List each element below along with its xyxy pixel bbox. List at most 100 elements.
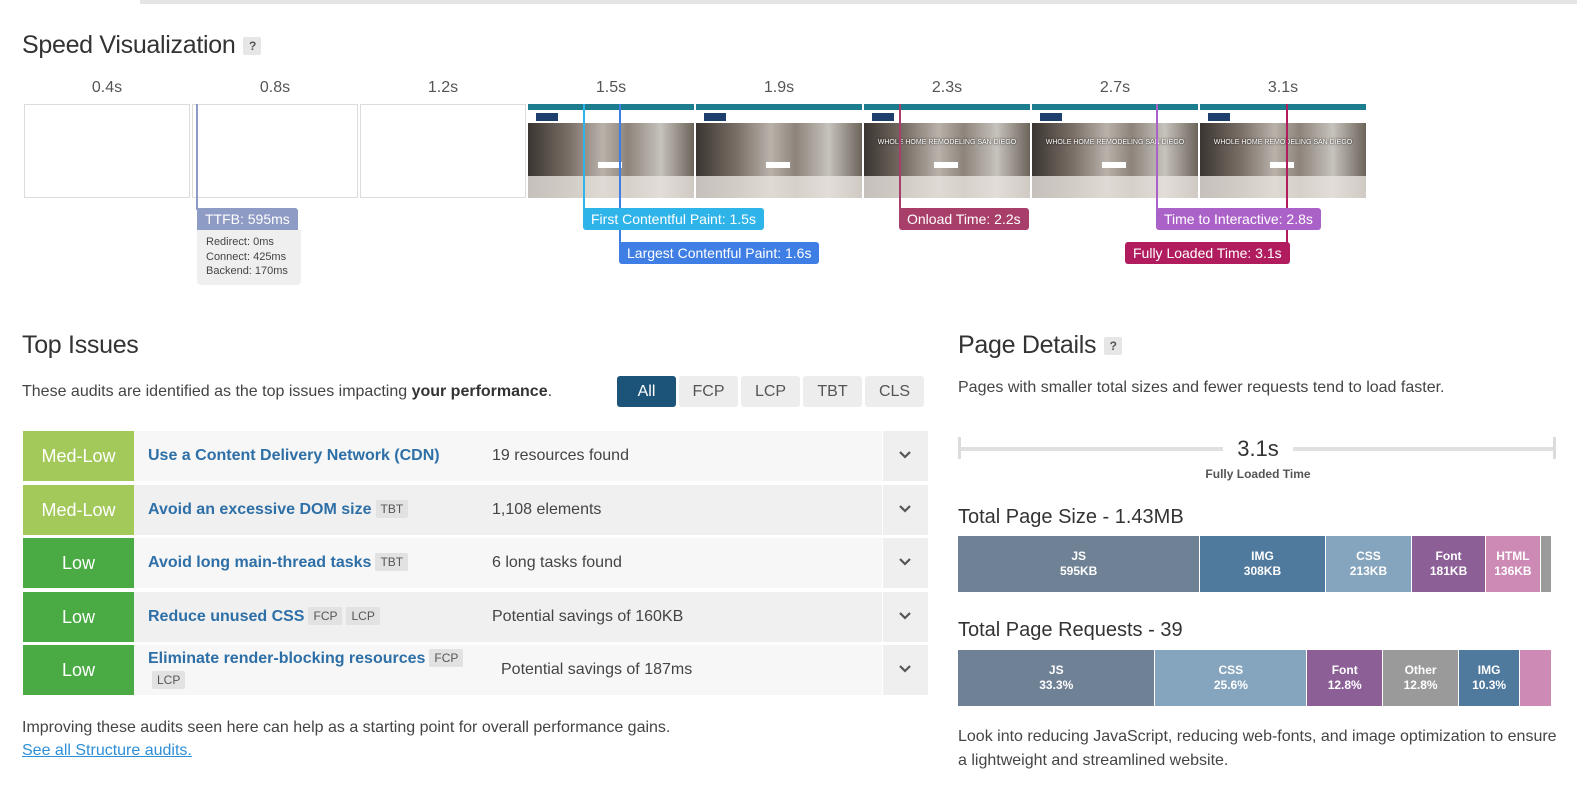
fully-loaded-label: Fully Loaded Time <box>1205 467 1311 481</box>
intro-text: These audits are identified as the top i… <box>22 383 412 400</box>
issue-name-text[interactable]: Avoid long main-thread tasks <box>148 554 371 571</box>
bar-segment[interactable]: IMG 10.3% <box>1459 650 1521 706</box>
metric-tag: TBT <box>375 499 409 518</box>
chevron-down-icon <box>899 451 911 459</box>
filmstrip-blank-frame[interactable] <box>24 104 190 198</box>
bar-segment[interactable]: JS 595KB <box>958 536 1201 592</box>
issue-name-text[interactable]: Eliminate render-blocking resources <box>148 650 425 667</box>
help-icon[interactable]: ? <box>1104 337 1123 356</box>
segment-value: 595KB <box>1059 564 1098 578</box>
issue-row[interactable]: Low Avoid long main-thread tasks TBT 6 long… <box>23 538 928 589</box>
metric-tag: LCP <box>152 671 186 690</box>
issue-name-text[interactable]: Avoid an excessive DOM size <box>148 501 372 518</box>
help-icon[interactable]: ? <box>243 37 262 56</box>
issue-name[interactable]: Avoid an excessive DOM size TBT <box>148 499 468 521</box>
site-logo <box>704 113 726 121</box>
bar-segment[interactable] <box>1541 536 1551 592</box>
filmstrip-blank-frame[interactable] <box>360 104 526 198</box>
bar-segment[interactable] <box>1520 650 1551 706</box>
frame-time-label: 3.1s <box>1267 79 1299 96</box>
metric-tag: FCP <box>308 606 343 625</box>
filter-tbt[interactable]: TBT <box>803 376 862 407</box>
filter-cls[interactable]: CLS <box>865 376 924 407</box>
metric-tag: TBT <box>375 553 409 572</box>
track-start-cap <box>958 437 961 459</box>
segment-value: 213KB <box>1349 564 1388 578</box>
segment-value: 25.6% <box>1213 678 1248 692</box>
issue-name-text[interactable]: Reduce unused CSS <box>148 608 304 625</box>
issue-value: 6 long tasks found <box>492 554 622 572</box>
bar-segment[interactable]: IMG 308KB <box>1200 536 1326 592</box>
segment-type: JS <box>1071 549 1086 563</box>
expand-button[interactable] <box>882 431 928 481</box>
top-issues-intro: These audits are identified as the top i… <box>22 383 552 401</box>
page-details-footer-text: Look into reducing JavaScript, reducing … <box>958 728 1557 769</box>
hero-counter <box>864 176 1030 198</box>
severity-badge: Med-Low <box>23 484 134 535</box>
filter-lcp[interactable]: LCP <box>741 376 800 407</box>
filter-all[interactable]: All <box>617 376 676 407</box>
segment-value: 181KB <box>1429 564 1468 578</box>
chevron-down-icon <box>899 665 911 673</box>
severity-badge: Low <box>23 538 134 589</box>
filmstrip-screenshot[interactable] <box>528 104 694 198</box>
issue-row[interactable]: Low Eliminate render-blocking resources FC… <box>23 645 928 696</box>
see-all-structure-audits-link[interactable]: See all Structure audits. <box>22 742 192 760</box>
issue-name[interactable]: Eliminate render-blocking resources FCP LC… <box>148 648 468 692</box>
expand-button[interactable] <box>882 591 928 642</box>
page-requests-bar: JS 33.3% CSS 25.6% Font 12.8% Other 12.8% IMG 10.… <box>958 650 1551 706</box>
issue-row[interactable]: Med-Low Use a Content Delivery Network (C… <box>23 431 928 481</box>
bar-segment[interactable]: JS 33.3% <box>958 650 1156 706</box>
expand-button[interactable] <box>882 484 928 535</box>
bar-segment[interactable]: Font 181KB <box>1412 536 1486 592</box>
segment-value: 10.3% <box>1472 678 1507 692</box>
issue-row[interactable]: Med-Low Avoid an excessive DOM size TBT 1,1… <box>23 484 928 535</box>
ttfb-connect: Connect: 425ms <box>206 250 287 263</box>
hero-button <box>1102 162 1126 168</box>
issue-name[interactable]: Reduce unused CSS FCP LCP <box>148 606 468 628</box>
segment-value: 12.8% <box>1403 678 1438 692</box>
severity-badge: Med-Low <box>23 431 134 481</box>
segment-type: Font <box>1331 663 1358 677</box>
bar-segment[interactable]: CSS 213KB <box>1325 536 1413 592</box>
expand-button[interactable] <box>882 538 928 589</box>
issue-value: Potential savings of 160KB <box>492 607 684 625</box>
filmstrip-screenshot[interactable] <box>696 104 862 198</box>
filmstrip-blank-frame[interactable] <box>192 104 358 198</box>
track-end-cap <box>1553 437 1556 459</box>
ttfb-redirect: Redirect: 0ms <box>206 236 274 248</box>
ttfb-details: Redirect: 0ms Connect: 425ms Backend: 17… <box>197 230 301 285</box>
issue-name[interactable]: Avoid long main-thread tasks TBT <box>148 552 468 574</box>
severity-badge: Low <box>23 645 134 696</box>
bar-segment[interactable]: HTML 136KB <box>1485 536 1542 592</box>
segment-value: 33.3% <box>1039 678 1074 692</box>
segment-type: IMG <box>1251 549 1274 563</box>
segment-type: IMG <box>1477 663 1501 677</box>
page-details-title: Page Details? <box>958 331 1123 360</box>
issue-name[interactable]: Use a Content Delivery Network (CDN) <box>148 445 468 467</box>
segment-value: 136KB <box>1494 564 1532 578</box>
issue-value: Potential savings of 187ms <box>501 661 693 679</box>
tti-marker: Time to Interactive: 2.8s <box>1156 208 1321 230</box>
filter-fcp[interactable]: FCP <box>679 376 738 407</box>
ttfb-line <box>196 104 198 210</box>
frame-time-label: 1.9s <box>763 79 795 96</box>
site-logo <box>1040 113 1062 121</box>
hero-button <box>1270 162 1294 168</box>
issue-name-text[interactable]: Use a Content Delivery Network (CDN) <box>148 447 440 464</box>
bar-segment[interactable]: Font 12.8% <box>1307 650 1384 706</box>
filmstrip-screenshot[interactable]: WHOLE HOME REMODELING SAN DIEGO <box>1032 104 1198 198</box>
fcp-line <box>583 104 585 210</box>
expand-button[interactable] <box>882 645 928 696</box>
bar-segment[interactable]: Other 12.8% <box>1383 650 1460 706</box>
hero-button <box>934 162 958 168</box>
filmstrip-screenshot[interactable]: WHOLE HOME REMODELING SAN DIEGO <box>864 104 1030 198</box>
segment-type: CSS <box>1356 549 1381 563</box>
segment-type: Font <box>1435 549 1462 563</box>
site-logo <box>1208 113 1230 121</box>
intro-suffix: . <box>547 383 553 400</box>
bar-segment[interactable]: CSS 25.6% <box>1155 650 1308 706</box>
frame-time-label: 0.8s <box>259 79 291 96</box>
filmstrip-screenshot[interactable]: WHOLE HOME REMODELING SAN DIEGO <box>1200 104 1366 198</box>
issue-row[interactable]: Low Reduce unused CSS FCP LCP Potential savi… <box>23 591 928 642</box>
